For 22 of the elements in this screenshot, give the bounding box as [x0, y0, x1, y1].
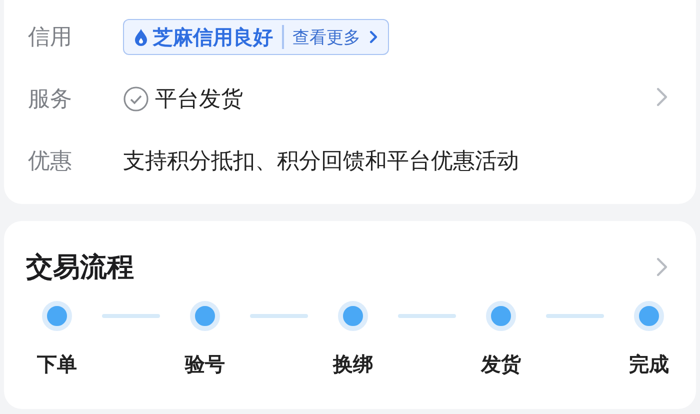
service-value: 平台发货 [155, 86, 243, 114]
check-circle-icon [123, 86, 149, 112]
row-label: 优惠 [28, 148, 73, 176]
chevron-right-icon[interactable] [656, 257, 668, 277]
step-dot [190, 301, 220, 331]
chevron-right-icon[interactable] [656, 87, 668, 107]
row-label: 服务 [28, 86, 73, 114]
step-label: 换绑 [333, 351, 373, 378]
section-title: 交易流程 [26, 251, 134, 285]
step-label: 下单 [37, 351, 77, 378]
step-label: 发货 [481, 351, 521, 378]
step-dot [338, 301, 368, 331]
row-label: 信用 [28, 24, 73, 52]
step-label: 验号 [185, 351, 225, 378]
offer-text: 支持积分抵扣、积分回馈和平台优惠活动 [123, 148, 519, 176]
step-label: 完成 [629, 351, 669, 378]
step-dot [486, 301, 516, 331]
step-dot [42, 301, 72, 331]
step-dot [634, 301, 664, 331]
view-more-link[interactable]: 查看更多 [292, 26, 378, 48]
credit-text: 芝麻信用良好 [153, 24, 273, 50]
chevron-right-icon [368, 30, 378, 44]
